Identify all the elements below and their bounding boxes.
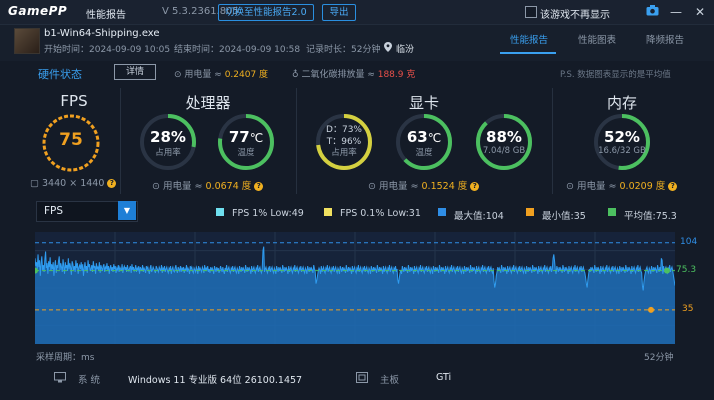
board-icon: [356, 372, 368, 386]
cpu-usage-value: 28%: [150, 128, 186, 146]
chevron-down-icon[interactable]: ▼: [118, 201, 136, 220]
legend-swatch-avg: [608, 208, 616, 216]
legend-01pct-low: FPS 0.1% Low:31: [340, 208, 421, 219]
help-icon[interactable]: ?: [470, 182, 480, 191]
avg-marker-right: [664, 267, 670, 274]
power-icon: ⊙: [174, 70, 182, 80]
tab-throttle-report[interactable]: 降频报告: [646, 32, 684, 46]
sample-period: 采样周期：ms: [36, 353, 95, 363]
cpu-usage-label: 占用率: [155, 148, 181, 158]
legend-swatch-min: [526, 208, 534, 216]
camera-icon[interactable]: [644, 4, 660, 20]
co2-icon: ♁: [292, 70, 299, 80]
help-icon[interactable]: ?: [668, 182, 678, 191]
hardware-status-title: 硬件状态: [38, 68, 82, 81]
switch-report-button[interactable]: 切换至性能报告2.0: [218, 4, 314, 21]
gpu-temp-label: 温度: [415, 148, 433, 158]
fps-value: 75: [59, 130, 83, 150]
tab-performance-chart[interactable]: 性能图表: [578, 32, 616, 46]
game-exe-name: b1-Win64-Shipping.exe: [44, 28, 160, 39]
monitor-icon: [54, 372, 66, 386]
gpu-power: ⊙ 用电量 ≈ 0.1524 度?: [368, 178, 480, 192]
gpu-vram-value: 88%: [486, 128, 522, 146]
min-marker: [648, 306, 654, 313]
record-duration: 记录时长：52分钟: [306, 45, 381, 55]
gpu-vram-sub: 7.04/8 GB: [482, 146, 526, 156]
chart-duration: 52分钟: [644, 353, 674, 363]
game-icon: [14, 28, 40, 54]
motherboard-value: GTi: [436, 372, 452, 383]
gpu-temp-value: 63℃: [406, 128, 442, 146]
min-label: 35: [682, 303, 694, 314]
minimize-icon[interactable]: —: [668, 4, 684, 20]
power-icon: ⊙: [152, 181, 160, 192]
metric-select-value: FPS: [44, 205, 64, 217]
active-tab-indicator: [500, 52, 556, 54]
end-time: 结束时间：2024-09-09 10:58: [174, 45, 301, 55]
detail-button[interactable]: 详情: [114, 64, 156, 80]
max-label: 104: [680, 236, 698, 247]
close-icon[interactable]: ✕: [692, 4, 708, 20]
total-power: ⊙ 用电量 ≈ 0.2407 度: [174, 70, 269, 80]
legend-swatch-01pct: [324, 208, 332, 216]
cpu-temp-label: 温度: [237, 148, 255, 158]
memory-title: 内存: [606, 94, 637, 112]
no-show-label: 该游戏不再显示: [540, 10, 610, 21]
start-time: 开始时间：2024-09-09 10:05: [44, 45, 171, 55]
legend-min: 最小值:35: [542, 211, 586, 222]
cpu-title: 处理器: [185, 94, 231, 112]
legend-swatch-max: [438, 208, 446, 216]
fps-chart: [35, 232, 675, 344]
fps-title: FPS: [60, 92, 88, 110]
system-value: Windows 11 专业版 64位 26100.1457: [128, 375, 303, 386]
legend-1pct-low: FPS 1% Low:49: [232, 208, 304, 219]
cpu-temp-value: 77℃: [228, 128, 264, 146]
help-icon[interactable]: ?: [107, 179, 117, 188]
export-button[interactable]: 导出: [322, 4, 356, 21]
memory-usage-sub: 16.6/32 GB: [598, 146, 646, 156]
co2-emission: ♁ 二氧化碳排放量 ≈ 188.9 克: [292, 70, 416, 80]
cpu-power: ⊙ 用电量 ≈ 0.0674 度?: [152, 178, 264, 192]
motherboard-key: 主板: [380, 375, 400, 386]
avg-label: 75.3: [676, 264, 697, 275]
power-icon: ⊙: [368, 181, 376, 192]
memory-power: ⊙ 用电量 ≈ 0.0209 度?: [566, 178, 678, 192]
screen-icon: ▢: [30, 178, 39, 189]
window-title: 性能报告: [86, 10, 126, 21]
resolution: ▢ 3440 × 1440?: [30, 178, 117, 189]
ps-note: P.S. 数据图表显示的是平均值: [560, 70, 671, 80]
memory-usage-value: 52%: [604, 128, 640, 146]
location: 临汾: [396, 45, 415, 55]
no-show-checkbox[interactable]: [525, 6, 537, 18]
system-key: 系 统: [78, 375, 101, 386]
legend-max: 最大值:104: [454, 211, 504, 222]
power-icon: ⊙: [566, 181, 574, 192]
gpu-title: 显卡: [408, 94, 439, 112]
help-icon[interactable]: ?: [254, 182, 264, 191]
location-pin-icon: [384, 42, 392, 55]
gpu-usage-label: 占用率: [331, 148, 357, 158]
legend-avg: 平均值:75.3: [624, 211, 677, 222]
app-logo: GamePP: [8, 4, 68, 18]
tab-performance-report[interactable]: 性能报告: [510, 32, 548, 46]
legend-swatch-1pct: [216, 208, 224, 216]
